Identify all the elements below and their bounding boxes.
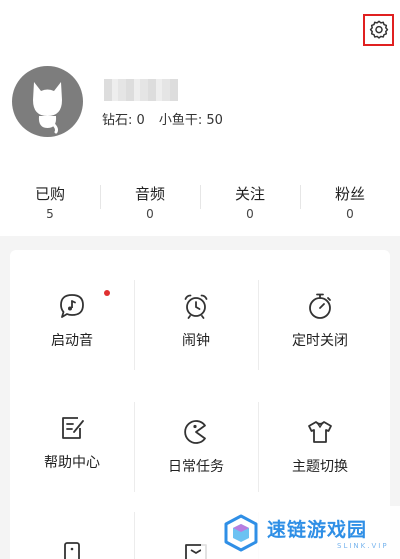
stat-following[interactable]: 关注 0: [200, 170, 300, 236]
fish-stat: 小鱼干: 50: [159, 109, 223, 128]
cat-avatar-icon: [33, 82, 62, 134]
user-currency: 钻石: 0 小鱼干: 50: [102, 109, 223, 128]
watermark: 速链游戏园 SLINK.VIP: [201, 506, 400, 559]
diamond-value: 0: [136, 113, 145, 128]
stat-audio[interactable]: 音频 0: [100, 170, 200, 236]
alarm-clock-icon: [184, 294, 208, 319]
tile-label: 日常任务: [168, 459, 224, 475]
watermark-title: 速链游戏园: [267, 519, 368, 541]
tile-sleep-timer[interactable]: 定时关闭: [258, 292, 382, 350]
settings-button[interactable]: [363, 14, 394, 46]
tile-daily-tasks[interactable]: 日常任务: [134, 418, 258, 476]
tile-label: 启动音: [51, 333, 93, 349]
tile-label: 定时关闭: [292, 333, 348, 349]
tile-row3-left[interactable]: [10, 540, 134, 559]
tile-label: 闹钟: [182, 333, 210, 349]
gear-icon: [369, 20, 388, 39]
stats-bar: 已购 5 音频 0 关注 0 粉丝 0: [0, 170, 400, 236]
watermark-subtitle: SLINK.VIP: [337, 542, 389, 550]
stat-value: 5: [46, 207, 54, 221]
tile-theme-switch[interactable]: 主题切换: [258, 418, 382, 476]
stat-label: 关注: [234, 185, 265, 203]
diamond-stat: 钻石: 0: [102, 109, 145, 128]
stopwatch-icon: [309, 293, 331, 319]
notification-dot: [104, 290, 110, 296]
stat-label: 已购: [34, 185, 65, 203]
profile-header: 钻石: 0 小鱼干: 50: [0, 0, 400, 170]
diamond-label: 钻石:: [102, 113, 133, 128]
fish-label: 小鱼干:: [158, 113, 203, 128]
tile-help-center[interactable]: 帮助中心: [10, 414, 134, 472]
stat-value: 0: [346, 207, 354, 221]
username-blurred: [104, 79, 178, 101]
stat-label: 粉丝: [334, 185, 365, 203]
stat-purchased[interactable]: 已购 5: [0, 170, 100, 236]
stat-value: 0: [146, 207, 154, 221]
chat-music-icon: [60, 294, 84, 318]
tile-label: 帮助中心: [44, 455, 100, 471]
phone-icon: [64, 542, 80, 559]
cube-logo-icon: [224, 514, 258, 551]
stat-label: 音频: [134, 185, 165, 203]
pacman-icon: [184, 420, 206, 444]
stat-fans[interactable]: 粉丝 0: [300, 170, 400, 236]
tile-startup-sound[interactable]: 启动音: [10, 292, 134, 350]
avatar[interactable]: [12, 66, 83, 137]
stat-value: 0: [246, 207, 254, 221]
help-note-icon: [62, 417, 84, 439]
watermark-text: 速链游戏园 SLINK.VIP: [267, 515, 389, 550]
fish-value: 50: [206, 113, 223, 128]
tile-alarm[interactable]: 闹钟: [134, 292, 258, 350]
tshirt-icon: [308, 421, 332, 443]
tile-label: 主题切换: [292, 459, 348, 475]
